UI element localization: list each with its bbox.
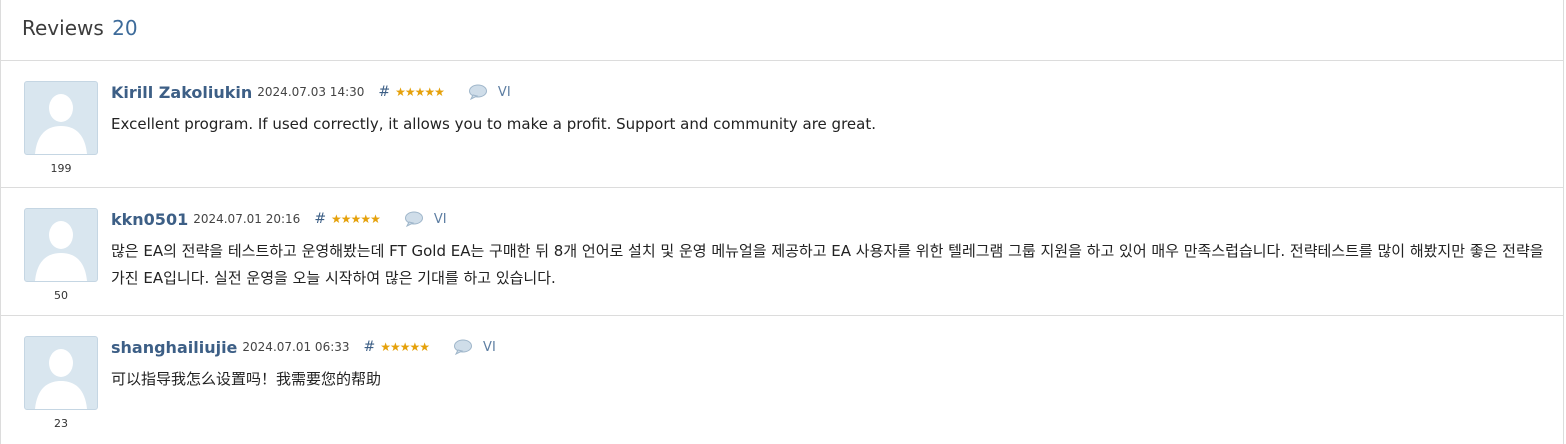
avatar[interactable]	[24, 81, 98, 155]
star-rating: ★★★★★	[331, 212, 381, 226]
translate-button[interactable]: VI	[498, 85, 511, 100]
review-author-link[interactable]: kkn0501	[111, 210, 188, 229]
star-rating: ★★★★★	[380, 340, 430, 354]
review-text: 可以指导我怎么设置吗！我需要您的帮助	[111, 370, 382, 388]
review-author-link[interactable]: Kirill Zakoliukin	[111, 83, 252, 102]
reviews-panel: Reviews 20 199 Kirill Zakoliukin 2024.07…	[0, 0, 1564, 444]
reviews-header: Reviews 20	[1, 0, 1563, 61]
permalink-hash[interactable]: #	[314, 211, 326, 227]
translate-button[interactable]: VI	[434, 212, 447, 227]
reviews-count: 20	[112, 16, 138, 40]
reviews-title: Reviews	[22, 16, 104, 40]
reviewer-rating: 199	[50, 162, 72, 175]
permalink-hash[interactable]: #	[378, 84, 390, 100]
reviewer-avatar-block: 23	[23, 336, 99, 430]
review-content: Kirill Zakoliukin 2024.07.03 14:30 # ★★★…	[111, 82, 1555, 138]
review-item: 199 Kirill Zakoliukin 2024.07.03 14:30 #…	[1, 61, 1563, 188]
speech-bubble-icon[interactable]	[468, 84, 488, 101]
user-silhouette-icon	[35, 349, 87, 409]
review-text: 많은 EA의 전략을 테스트하고 운영해봤는데 FT Gold EA는 구매한 …	[111, 242, 1544, 287]
star-rating: ★★★★★	[395, 85, 445, 99]
avatar[interactable]	[24, 336, 98, 410]
avatar[interactable]	[24, 208, 98, 282]
review-item: 23 shanghailiujie 2024.07.01 06:33 # ★★★…	[1, 316, 1563, 444]
reviewer-rating: 50	[54, 289, 68, 302]
translate-button[interactable]: VI	[483, 340, 496, 355]
review-content: kkn0501 2024.07.01 20:16 # ★★★★★ VI 많은 E…	[111, 209, 1555, 292]
reviewer-rating: 23	[54, 417, 68, 430]
review-meta: kkn0501 2024.07.01 20:16 # ★★★★★ VI	[111, 209, 1555, 229]
review-item: 50 kkn0501 2024.07.01 20:16 # ★★★★★ VI 많…	[1, 188, 1563, 316]
review-meta: Kirill Zakoliukin 2024.07.03 14:30 # ★★★…	[111, 82, 1555, 102]
speech-bubble-icon[interactable]	[453, 339, 473, 356]
review-date: 2024.07.01 20:16	[193, 212, 301, 226]
reviewer-avatar-block: 50	[23, 208, 99, 302]
review-date: 2024.07.03 14:30	[257, 85, 365, 99]
user-silhouette-icon	[35, 94, 87, 154]
review-content: shanghailiujie 2024.07.01 06:33 # ★★★★★ …	[111, 337, 1555, 393]
review-author-link[interactable]: shanghailiujie	[111, 338, 237, 357]
review-meta: shanghailiujie 2024.07.01 06:33 # ★★★★★ …	[111, 337, 1555, 357]
review-date: 2024.07.01 06:33	[242, 340, 350, 354]
reviewer-avatar-block: 199	[23, 81, 99, 175]
review-text: Excellent program. If used correctly, it…	[111, 115, 876, 133]
permalink-hash[interactable]: #	[364, 339, 376, 355]
speech-bubble-icon[interactable]	[404, 211, 424, 228]
user-silhouette-icon	[35, 221, 87, 281]
